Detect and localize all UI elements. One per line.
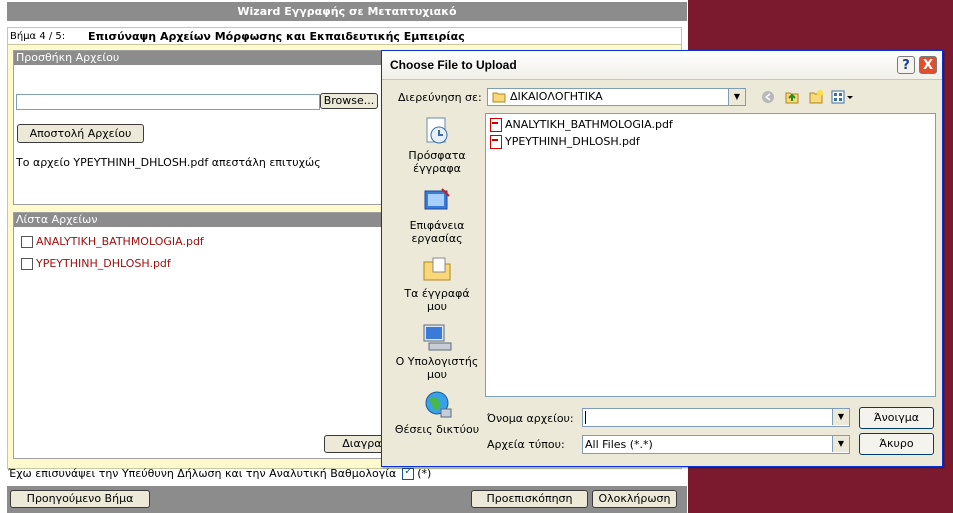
pdf-file-icon	[490, 118, 502, 132]
place-network[interactable]: Θέσεις δικτύου	[394, 389, 480, 436]
wizard-footer: Προηγούμενο Βήμα Προεπισκόπηση Ολοκλήρωσ…	[7, 486, 687, 513]
file-checkbox[interactable]	[21, 236, 33, 248]
place-label: Επιφάνεια εργασίας	[409, 219, 465, 245]
view-menu-icon[interactable]	[831, 90, 855, 104]
required-mark: (*)	[417, 467, 432, 480]
dialog-title: Choose File to Upload	[390, 58, 517, 72]
list-item[interactable]: YPEYTHINH_DHLOSH.pdf	[21, 257, 171, 270]
confirmation-label: Έχω επισυνάψει την Υπεύθυνη Δήλωση και τ…	[8, 467, 397, 480]
look-in-label: Διερεύνηση σε:	[398, 91, 482, 104]
chevron-down-icon[interactable]: ▼	[728, 89, 745, 105]
cancel-button[interactable]: Άκυρο	[859, 433, 934, 455]
place-label: Πρόσφατα έγγραφα	[408, 149, 466, 175]
filename-label: Όνομα αρχείου:	[487, 412, 574, 425]
filetype-select[interactable]: All Files (*.*) ▼	[582, 435, 850, 454]
filetype-label: Αρχεία τύπου:	[487, 438, 565, 451]
finish-button[interactable]: Ολοκλήρωση	[592, 490, 677, 508]
my-computer-icon	[423, 324, 452, 351]
file-name[interactable]: YPEYTHINH_DHLOSH.pdf	[36, 257, 171, 270]
open-button[interactable]: Άνοιγμα	[859, 407, 934, 429]
file-name[interactable]: YPEYTHINH_DHLOSH.pdf	[505, 135, 640, 148]
my-documents-icon	[423, 257, 451, 281]
close-button[interactable]: X	[919, 56, 937, 74]
confirmation-row: Έχω επισυνάψει την Υπεύθυνη Δήλωση και τ…	[8, 466, 432, 480]
help-button[interactable]: ?	[897, 56, 915, 74]
desktop-icon	[424, 188, 450, 210]
place-desktop[interactable]: Επιφάνεια εργασίας	[394, 185, 480, 245]
list-item[interactable]: YPEYTHINH_DHLOSH.pdf	[490, 135, 640, 149]
place-label: Θέσεις δικτύου	[394, 423, 480, 436]
chevron-down-icon[interactable]: ▼	[832, 436, 849, 452]
place-recent[interactable]: Πρόσφατα έγγραφα	[394, 115, 480, 175]
back-icon[interactable]	[761, 90, 775, 104]
send-file-button[interactable]: Αποστολή Αρχείου	[17, 124, 144, 143]
filename-field[interactable]: ▼	[582, 408, 850, 427]
network-places-icon	[425, 391, 452, 418]
chevron-down-icon[interactable]: ▼	[832, 409, 849, 425]
file-checkbox[interactable]	[21, 258, 33, 270]
file-name[interactable]: ANALYTIKH_BATHMOLOGIA.pdf	[36, 235, 204, 248]
up-folder-icon[interactable]	[784, 89, 800, 105]
step-title: Επισύναψη Αρχείων Μόρφωσης και Εκπαιδευτ…	[88, 30, 465, 43]
file-upload-dialog: Choose File to Upload ? X Διερεύνηση σε:…	[381, 50, 943, 467]
recent-documents-icon	[426, 117, 448, 144]
dialog-titlebar[interactable]: Choose File to Upload ? X	[382, 51, 942, 80]
place-my-computer[interactable]: Ο Υπολογιστής μου	[394, 321, 480, 381]
upload-status-message: Το αρχείο YPEYTHINH_DHLOSH.pdf απεστάλη …	[16, 156, 321, 169]
filetype-value: All Files (*.*)	[585, 438, 653, 451]
look-in-select[interactable]: ΔΙΚΑΙΟΛΟΓΗΤΙΚΑ ▼	[487, 88, 746, 106]
dialog-file-list[interactable]: ANALYTIKH_BATHMOLOGIA.pdf YPEYTHINH_DHLO…	[485, 113, 936, 397]
list-item[interactable]: ANALYTIKH_BATHMOLOGIA.pdf	[21, 235, 204, 248]
look-in-value: ΔΙΚΑΙΟΛΟΓΗΤΙΚΑ	[510, 90, 603, 103]
text-cursor	[585, 411, 586, 424]
place-label: Τα έγγραφά μου	[404, 287, 470, 313]
new-folder-icon[interactable]	[808, 89, 824, 105]
place-my-documents[interactable]: Τα έγγραφά μου	[394, 253, 480, 313]
file-name[interactable]: ANALYTIKH_BATHMOLOGIA.pdf	[505, 118, 673, 131]
preview-button[interactable]: Προεπισκόπηση	[471, 490, 588, 508]
folder-icon	[492, 92, 506, 103]
place-label: Ο Υπολογιστής μου	[395, 355, 479, 381]
list-item[interactable]: ANALYTIKH_BATHMOLOGIA.pdf	[490, 118, 673, 132]
previous-step-button[interactable]: Προηγούμενο Βήμα	[10, 490, 150, 508]
wizard-title: Wizard Εγγραφής σε Μεταπτυχιακό	[7, 2, 687, 21]
confirmation-checkbox[interactable]	[402, 466, 415, 480]
step-indicator: Βήμα 4 / 5:	[10, 31, 66, 42]
pdf-file-icon	[490, 135, 502, 149]
file-path-input[interactable]	[16, 94, 320, 110]
browse-button[interactable]: Browse...	[320, 93, 378, 109]
